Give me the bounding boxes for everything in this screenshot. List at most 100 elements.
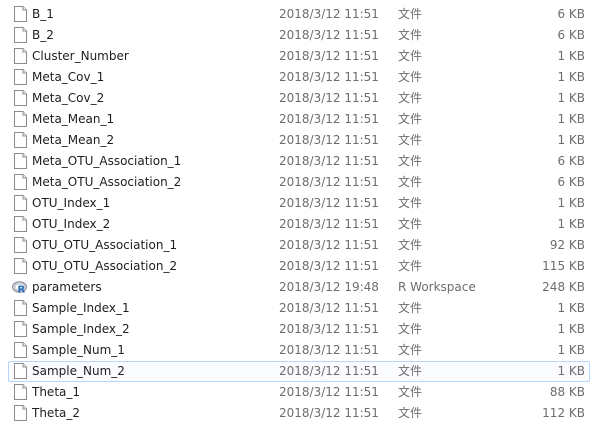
file-row[interactable]: Meta_Cov_1 2018/3/12 11:51 文件 1 KB xyxy=(0,67,607,88)
file-modified-date: 2018/3/12 11:51 xyxy=(279,238,379,252)
file-size: 1 KB xyxy=(557,70,585,84)
file-row[interactable]: Meta_Cov_2 2018/3/12 11:51 文件 1 KB xyxy=(0,88,607,109)
file-row[interactable]: Meta_OTU_Association_1 2018/3/12 11:51 文件 6… xyxy=(0,151,607,172)
file-icon xyxy=(14,174,27,190)
file-modified-date: 2018/3/12 11:51 xyxy=(279,112,379,126)
file-size: 1 KB xyxy=(557,301,585,315)
file-type: 文件 xyxy=(398,112,423,126)
file-row[interactable]: Meta_Mean_1 2018/3/12 11:51 文件 1 KB xyxy=(0,109,607,130)
file-size: 1 KB xyxy=(557,343,585,357)
file-row[interactable]: Meta_OTU_Association_2 2018/3/12 11:51 文件 6… xyxy=(0,172,607,193)
file-name: Meta_Mean_2 xyxy=(32,133,115,147)
file-modified-date: 2018/3/12 11:51 xyxy=(279,406,379,420)
file-modified-date: 2018/3/12 11:51 xyxy=(279,70,379,84)
file-icon xyxy=(14,153,27,169)
file-size: 6 KB xyxy=(557,175,585,189)
file-name: B_1 xyxy=(32,7,54,21)
file-type: 文件 xyxy=(398,364,423,378)
file-row[interactable]: Sample_Index_1 2018/3/12 11:51 文件 1 KB xyxy=(0,298,607,319)
file-name: Meta_OTU_Association_2 xyxy=(32,175,182,189)
file-row[interactable]: R parameters 2018/3/12 19:48 R Workspace 24… xyxy=(0,277,607,298)
file-size: 1 KB xyxy=(557,112,585,126)
file-size: 112 KB xyxy=(542,406,585,420)
file-size: 1 KB xyxy=(557,133,585,147)
file-row[interactable]: OTU_Index_1 2018/3/12 11:51 文件 1 KB xyxy=(0,193,607,214)
file-type: 文件 xyxy=(398,28,423,42)
file-size: 88 KB xyxy=(549,385,585,399)
file-row[interactable]: Theta_2 2018/3/12 11:51 文件 112 KB xyxy=(0,403,607,424)
file-modified-date: 2018/3/12 11:51 xyxy=(279,49,379,63)
file-type: 文件 xyxy=(398,91,423,105)
file-name: parameters xyxy=(32,280,102,294)
r-workspace-icon: R xyxy=(12,279,28,296)
file-type: R Workspace xyxy=(398,280,476,294)
file-type: 文件 xyxy=(398,154,423,168)
file-modified-date: 2018/3/12 11:51 xyxy=(279,385,379,399)
file-icon xyxy=(14,132,27,148)
file-row[interactable]: OTU_OTU_Association_2 2018/3/12 11:51 文件 11… xyxy=(0,256,607,277)
file-row[interactable]: Meta_Mean_2 2018/3/12 11:51 文件 1 KB xyxy=(0,130,607,151)
file-type: 文件 xyxy=(398,49,423,63)
file-row[interactable]: Sample_Index_2 2018/3/12 11:51 文件 1 KB xyxy=(0,319,607,340)
file-list: B_1 2018/3/12 11:51 文件 6 KB B_2 2018/3/12 11… xyxy=(0,4,607,424)
file-size: 1 KB xyxy=(557,322,585,336)
file-icon xyxy=(14,405,27,421)
file-icon xyxy=(14,321,27,337)
file-size: 1 KB xyxy=(557,49,585,63)
file-type: 文件 xyxy=(398,322,423,336)
file-name: Theta_2 xyxy=(32,406,81,420)
file-type: 文件 xyxy=(398,406,423,420)
file-modified-date: 2018/3/12 11:51 xyxy=(279,343,379,357)
file-modified-date: 2018/3/12 11:51 xyxy=(279,91,379,105)
file-row[interactable]: OTU_OTU_Association_1 2018/3/12 11:51 文件 92… xyxy=(0,235,607,256)
file-type: 文件 xyxy=(398,196,423,210)
file-name: Meta_OTU_Association_1 xyxy=(32,154,182,168)
file-size: 92 KB xyxy=(549,238,585,252)
file-size: 1 KB xyxy=(557,91,585,105)
file-row[interactable]: Cluster_Number 2018/3/12 11:51 文件 1 KB xyxy=(0,46,607,67)
file-icon xyxy=(14,69,27,85)
file-icon xyxy=(14,237,27,253)
file-modified-date: 2018/3/12 11:51 xyxy=(279,175,379,189)
file-row[interactable]: B_2 2018/3/12 11:51 文件 6 KB xyxy=(0,25,607,46)
file-name: Meta_Cov_2 xyxy=(32,91,105,105)
file-name: B_2 xyxy=(32,28,54,42)
file-icon xyxy=(14,258,27,274)
file-type: 文件 xyxy=(398,70,423,84)
file-row[interactable]: Sample_Num_2 2018/3/12 11:51 文件 1 KB xyxy=(0,361,607,382)
file-icon xyxy=(14,48,27,64)
file-name: Meta_Mean_1 xyxy=(32,112,115,126)
file-icon xyxy=(14,216,27,232)
file-row[interactable]: OTU_Index_2 2018/3/12 11:51 文件 1 KB xyxy=(0,214,607,235)
file-modified-date: 2018/3/12 19:48 xyxy=(279,280,379,294)
file-icon xyxy=(14,384,27,400)
file-modified-date: 2018/3/12 11:51 xyxy=(279,154,379,168)
file-type: 文件 xyxy=(398,7,423,21)
file-size: 6 KB xyxy=(557,154,585,168)
file-type: 文件 xyxy=(398,301,423,315)
file-modified-date: 2018/3/12 11:51 xyxy=(279,322,379,336)
file-size: 1 KB xyxy=(557,364,585,378)
file-type: 文件 xyxy=(398,133,423,147)
svg-text:R: R xyxy=(18,285,26,296)
file-name: OTU_OTU_Association_1 xyxy=(32,238,178,252)
file-row[interactable]: Theta_1 2018/3/12 11:51 文件 88 KB xyxy=(0,382,607,403)
file-type: 文件 xyxy=(398,343,423,357)
file-type: 文件 xyxy=(398,238,423,252)
file-type: 文件 xyxy=(398,175,423,189)
file-icon xyxy=(14,195,27,211)
file-size: 1 KB xyxy=(557,196,585,210)
file-icon xyxy=(14,300,27,316)
file-modified-date: 2018/3/12 11:51 xyxy=(279,28,379,42)
file-icon xyxy=(14,111,27,127)
file-name: Theta_1 xyxy=(32,385,81,399)
file-row[interactable]: B_1 2018/3/12 11:51 文件 6 KB xyxy=(0,4,607,25)
file-name: OTU_Index_2 xyxy=(32,217,111,231)
file-icon xyxy=(14,363,27,379)
file-size: 6 KB xyxy=(557,28,585,42)
file-type: 文件 xyxy=(398,217,423,231)
file-size: 1 KB xyxy=(557,217,585,231)
file-modified-date: 2018/3/12 11:51 xyxy=(279,259,379,273)
file-icon xyxy=(14,342,27,358)
file-row[interactable]: Sample_Num_1 2018/3/12 11:51 文件 1 KB xyxy=(0,340,607,361)
